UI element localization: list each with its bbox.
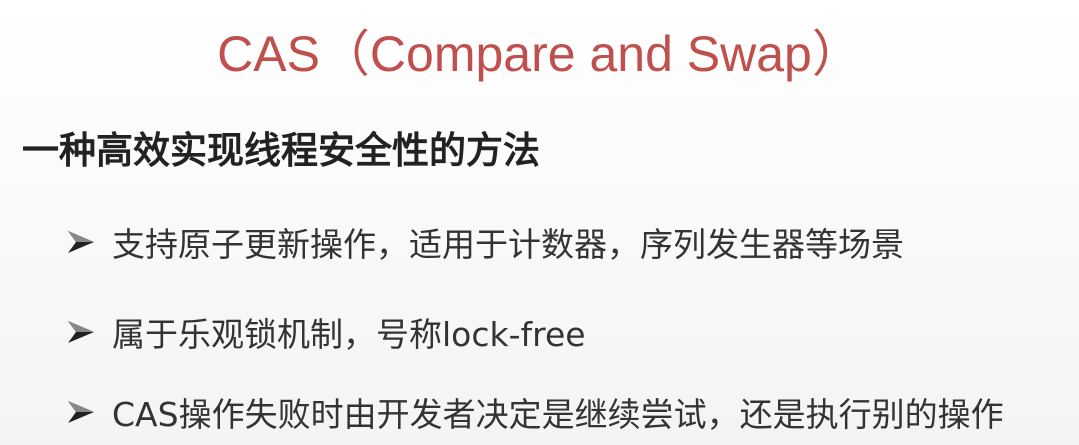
arrowhead-bullet-icon bbox=[68, 231, 94, 253]
arrowhead-bullet-icon bbox=[68, 321, 94, 343]
bullet-text: CAS操作失败时由开发者决定是继续尝试，还是执行别的操作 bbox=[112, 395, 1004, 434]
arrowhead-bullet-icon bbox=[68, 401, 94, 423]
bullet-text: 支持原子更新操作，适用于计数器，序列发生器等场景 bbox=[112, 225, 904, 264]
slide-title: CAS（Compare and Swap） bbox=[217, 26, 862, 82]
bullet-item: 属于乐观锁机制，号称lock-free bbox=[66, 308, 586, 356]
bullet-item: CAS操作失败时由开发者决定是继续尝试，还是执行别的操作 bbox=[66, 388, 1004, 436]
slide-subtitle: 一种高效实现线程安全性的方法 bbox=[22, 129, 540, 172]
bullet-text: 属于乐观锁机制，号称lock-free bbox=[112, 315, 586, 354]
bullet-item: 支持原子更新操作，适用于计数器，序列发生器等场景 bbox=[66, 218, 904, 266]
